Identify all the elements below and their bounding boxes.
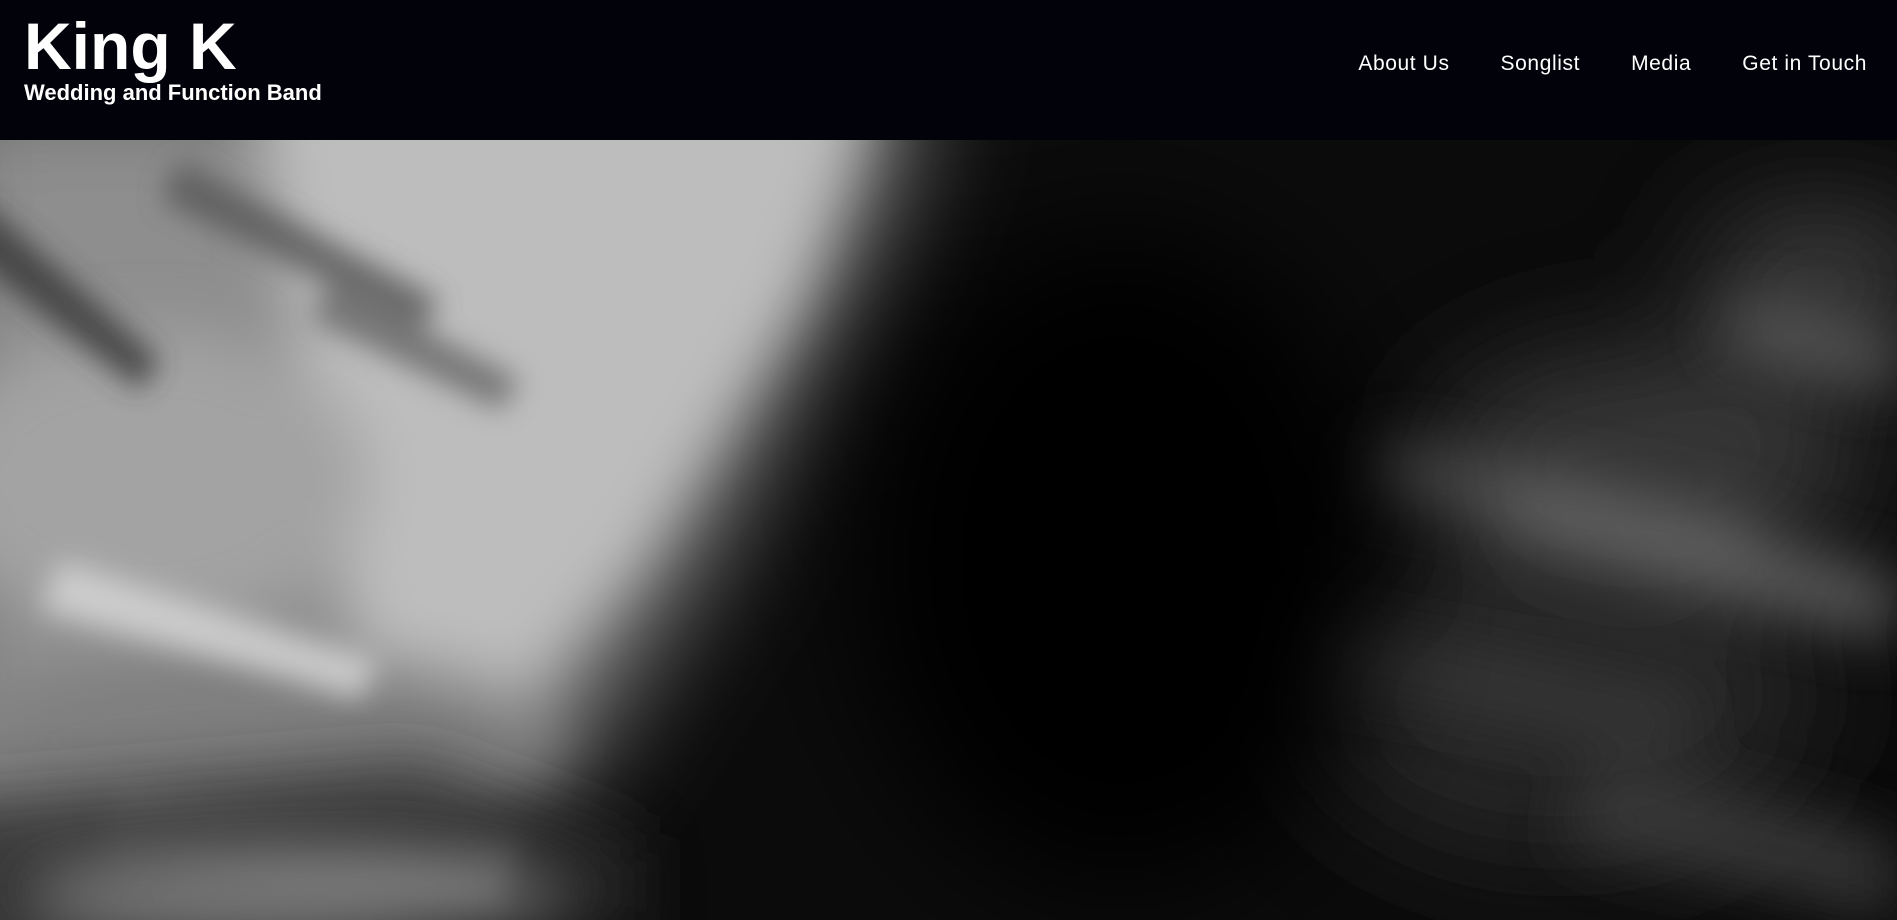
brand-logo-link[interactable]: King K Wedding and Function Band [24, 6, 322, 106]
page: King K Wedding and Function Band About U… [0, 0, 1897, 920]
nav-link-get-in-touch[interactable]: Get in Touch [1742, 52, 1867, 76]
nav-link-about-us[interactable]: About Us [1358, 52, 1449, 76]
brand-tagline: Wedding and Function Band [24, 80, 322, 105]
site-header: King K Wedding and Function Band About U… [0, 0, 1897, 140]
brand-title: King K [24, 9, 237, 83]
main-nav: About Us Songlist Media Get in Touch [1307, 0, 1897, 128]
nav-link-media[interactable]: Media [1631, 52, 1691, 76]
nav-link-songlist[interactable]: Songlist [1501, 52, 1581, 76]
hero-video[interactable] [0, 140, 1897, 920]
hero-video-frame [0, 140, 1897, 920]
